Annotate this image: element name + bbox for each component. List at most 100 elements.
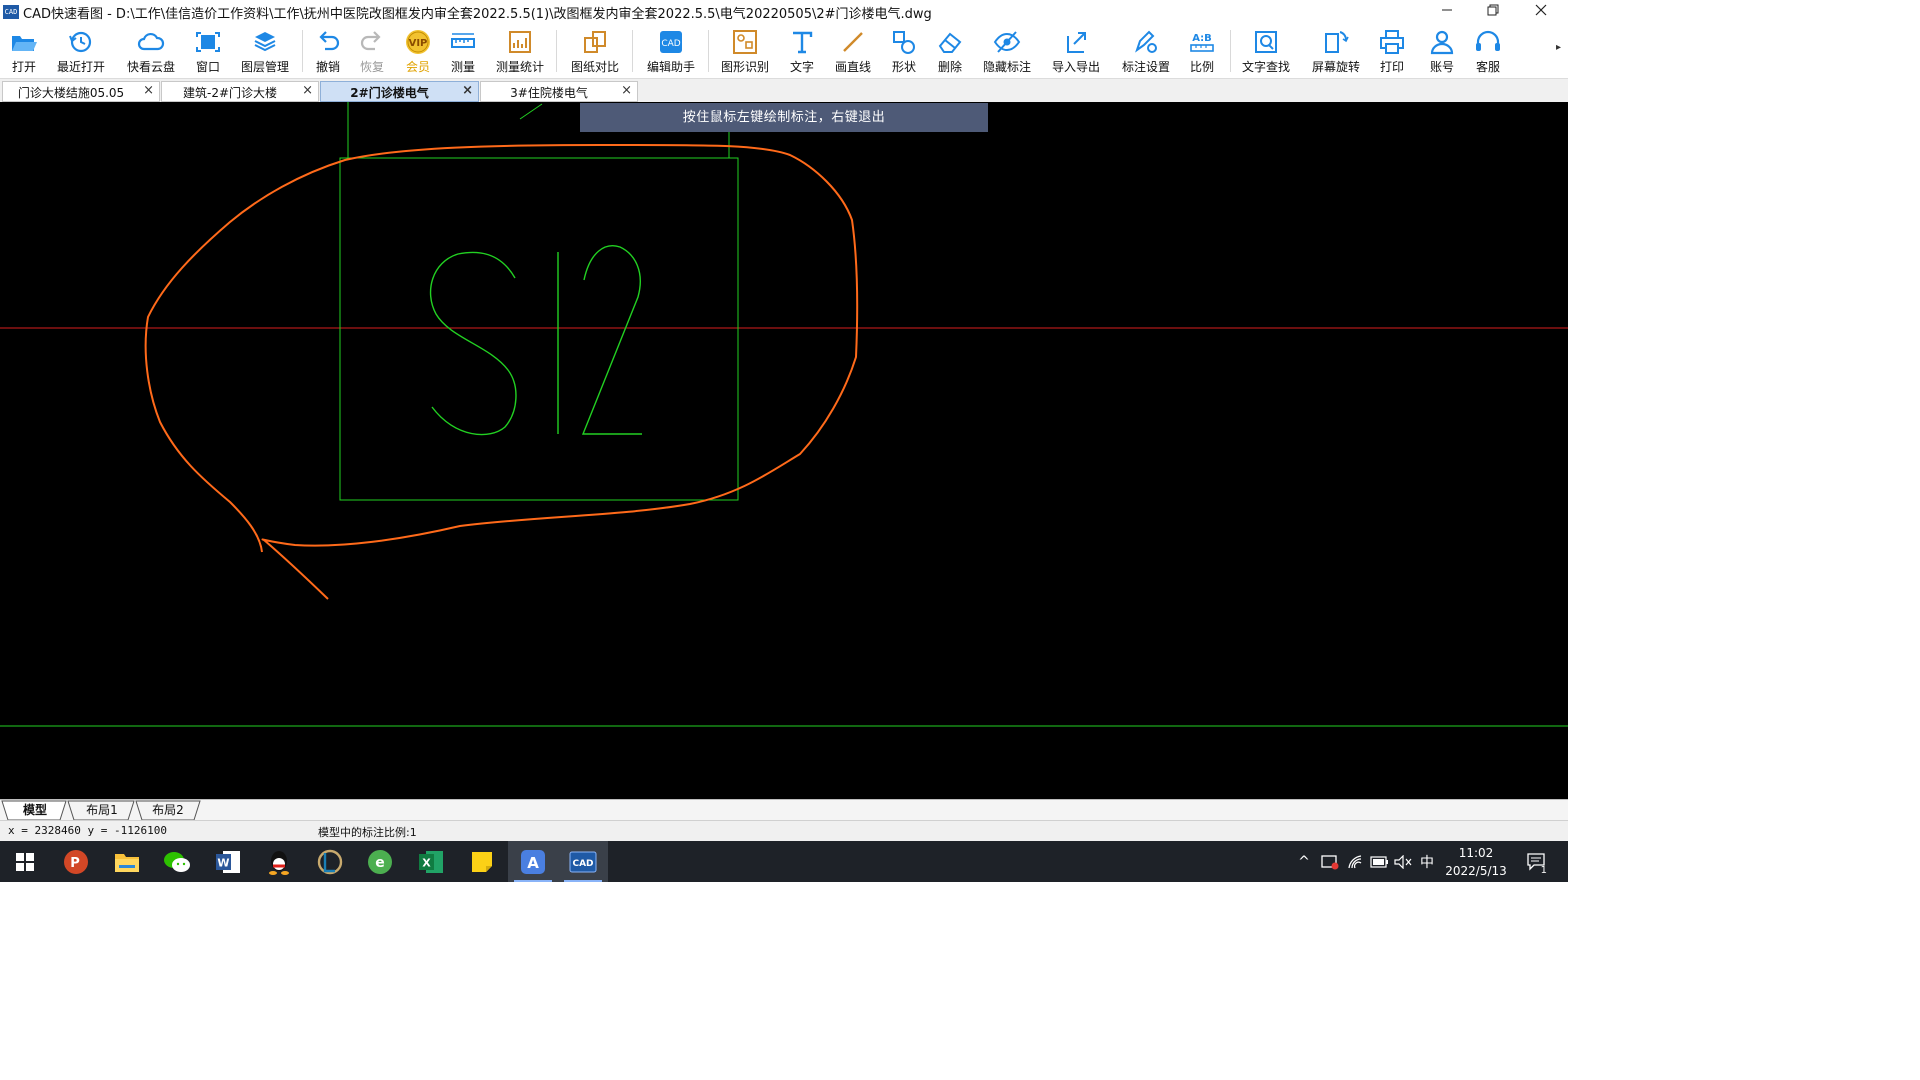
redo-label: 恢复 xyxy=(359,60,384,74)
tab-close-icon[interactable]: × xyxy=(302,83,313,98)
shape-recognize-icon xyxy=(733,30,757,54)
tab-label: 3#住院楼电气 xyxy=(510,86,588,100)
shape-button[interactable]: 形状 xyxy=(884,24,924,78)
layer-manage-button[interactable]: 图层管理 xyxy=(236,24,294,78)
tray-wifi-icon[interactable] xyxy=(1344,841,1368,882)
taskbar: P W e X A CAD ^ 中 11:02 2022/5/13 1 xyxy=(0,841,1568,882)
taskbar-file-explorer[interactable] xyxy=(102,841,152,882)
layout-tab-model[interactable]: 模型 xyxy=(8,801,62,820)
shape-recognize-button[interactable]: 图形识别 xyxy=(716,24,774,78)
undo-icon xyxy=(319,31,340,51)
cursor-coordinates: x = 2328460 y = -1126100 xyxy=(8,824,167,837)
layout-tab-layout1[interactable]: 布局1 xyxy=(74,801,130,820)
open-button[interactable]: 打开 xyxy=(4,24,44,78)
layer-manage-label: 图层管理 xyxy=(240,60,289,74)
undo-label: 撤销 xyxy=(315,60,340,74)
text-icon xyxy=(793,31,813,54)
account-label: 账号 xyxy=(1429,60,1454,74)
tab-close-icon[interactable]: × xyxy=(143,83,154,98)
measure-icon xyxy=(451,33,475,48)
rotate-screen-icon xyxy=(1325,31,1349,53)
drawing-app-icon: A xyxy=(521,849,545,874)
compare-label: 图纸对比 xyxy=(570,60,619,74)
recent-open-button[interactable]: 最近打开 xyxy=(52,24,110,78)
rotate-screen-label: 屏幕旋转 xyxy=(1311,60,1360,74)
taskbar-browser[interactable]: e xyxy=(355,841,405,882)
headset-icon xyxy=(1476,30,1500,51)
scale-label: 比例 xyxy=(1189,60,1214,74)
account-icon xyxy=(1430,30,1454,55)
tray-notification-button[interactable]: 1 xyxy=(1522,841,1552,882)
restore-icon[interactable] xyxy=(1470,0,1516,24)
measure-stats-button[interactable]: 测量统计 xyxy=(492,24,548,78)
taskbar-wechat[interactable] xyxy=(152,841,202,882)
league-icon xyxy=(317,849,343,874)
cad-viewer-icon: CAD xyxy=(569,851,597,872)
taskbar-sticky-notes[interactable] xyxy=(457,841,507,882)
rotate-screen-button[interactable]: 屏幕旋转 xyxy=(1306,24,1366,78)
delete-button[interactable]: 删除 xyxy=(930,24,970,78)
tab-document-2[interactable]: 建筑-2#门诊大楼 × xyxy=(161,81,319,102)
toolbar-divider xyxy=(1230,30,1231,72)
hide-annotation-button[interactable]: 隐藏标注 xyxy=(978,24,1036,78)
minimize-icon[interactable] xyxy=(1424,0,1470,24)
svg-text:W: W xyxy=(217,856,229,869)
taskbar-excel[interactable]: X xyxy=(406,841,456,882)
taskbar-cad-viewer[interactable]: CAD xyxy=(558,841,608,882)
edit-assistant-button[interactable]: CAD 编辑助手 xyxy=(642,24,700,78)
tab-close-icon[interactable]: × xyxy=(462,83,473,98)
tray-ime-indicator[interactable]: 中 xyxy=(1416,841,1438,882)
taskbar-word[interactable]: W xyxy=(203,841,253,882)
undo-button[interactable]: 撤销 xyxy=(308,24,348,78)
print-button[interactable]: 打印 xyxy=(1372,24,1412,78)
text-button[interactable]: 文字 xyxy=(782,24,822,78)
draw-line-button[interactable]: 画直线 xyxy=(830,24,876,78)
text-label: 文字 xyxy=(789,60,814,74)
cloud-disk-button[interactable]: 快看云盘 xyxy=(122,24,180,78)
layers-icon xyxy=(254,32,276,52)
tab-close-icon[interactable]: × xyxy=(621,83,632,98)
measure-button[interactable]: 测量 xyxy=(443,24,483,78)
glyph-S xyxy=(429,251,517,436)
tray-chevron-icon[interactable]: ^ xyxy=(1294,841,1314,882)
taskbar-qq[interactable] xyxy=(254,841,304,882)
cloud-icon xyxy=(137,32,165,51)
text-search-label: 文字查找 xyxy=(1241,60,1290,74)
open-label: 打开 xyxy=(11,60,36,74)
annotation-settings-button[interactable]: 标注设置 xyxy=(1116,24,1176,78)
taskbar-powerpoint[interactable]: P xyxy=(51,841,101,882)
more-arrow-icon[interactable]: ▸ xyxy=(1556,42,1561,53)
drawing-hint-banner: 按住鼠标左键绘制标注，右键退出 xyxy=(580,103,988,132)
tray-volume-icon[interactable] xyxy=(1392,841,1414,882)
svg-text:A: A xyxy=(527,854,539,872)
tray-clock[interactable]: 11:02 2022/5/13 xyxy=(1440,841,1512,882)
tab-document-1[interactable]: 门诊大楼结施05.05 × xyxy=(2,81,160,102)
member-button[interactable]: VIP 会员 xyxy=(398,24,438,78)
tray-battery-icon[interactable] xyxy=(1368,841,1392,882)
customer-service-button[interactable]: 客服 xyxy=(1468,24,1508,78)
measure-label: 测量 xyxy=(450,60,475,74)
text-search-button[interactable]: 文字查找 xyxy=(1236,24,1296,78)
tab-document-4[interactable]: 3#住院楼电气 × xyxy=(480,81,638,102)
measure-stats-label: 测量统计 xyxy=(495,60,544,74)
security-icon xyxy=(1321,854,1339,869)
window-button[interactable]: 窗口 xyxy=(188,24,228,78)
windows-start-button[interactable] xyxy=(0,841,50,882)
compare-icon xyxy=(584,31,606,53)
redo-button[interactable]: 恢复 xyxy=(352,24,392,78)
delete-label: 删除 xyxy=(937,60,962,74)
drawing-canvas[interactable]: 按住鼠标左键绘制标注，右键退出 xyxy=(0,102,1568,799)
print-label: 打印 xyxy=(1379,60,1404,74)
scale-button[interactable]: A:B 比例 xyxy=(1182,24,1222,78)
svg-text:CAD: CAD xyxy=(572,859,593,869)
taskbar-league[interactable] xyxy=(305,841,355,882)
taskbar-drawing-app[interactable]: A xyxy=(508,841,558,882)
svg-text:e: e xyxy=(375,855,385,871)
layout-tab-layout2[interactable]: 布局2 xyxy=(140,801,196,820)
import-export-button[interactable]: 导入导出 xyxy=(1046,24,1106,78)
close-icon[interactable] xyxy=(1518,0,1564,24)
tab-document-3[interactable]: 2#门诊楼电气 × xyxy=(320,81,479,102)
account-button[interactable]: 账号 xyxy=(1422,24,1462,78)
compare-button[interactable]: 图纸对比 xyxy=(566,24,624,78)
tray-security-icon[interactable] xyxy=(1318,841,1342,882)
